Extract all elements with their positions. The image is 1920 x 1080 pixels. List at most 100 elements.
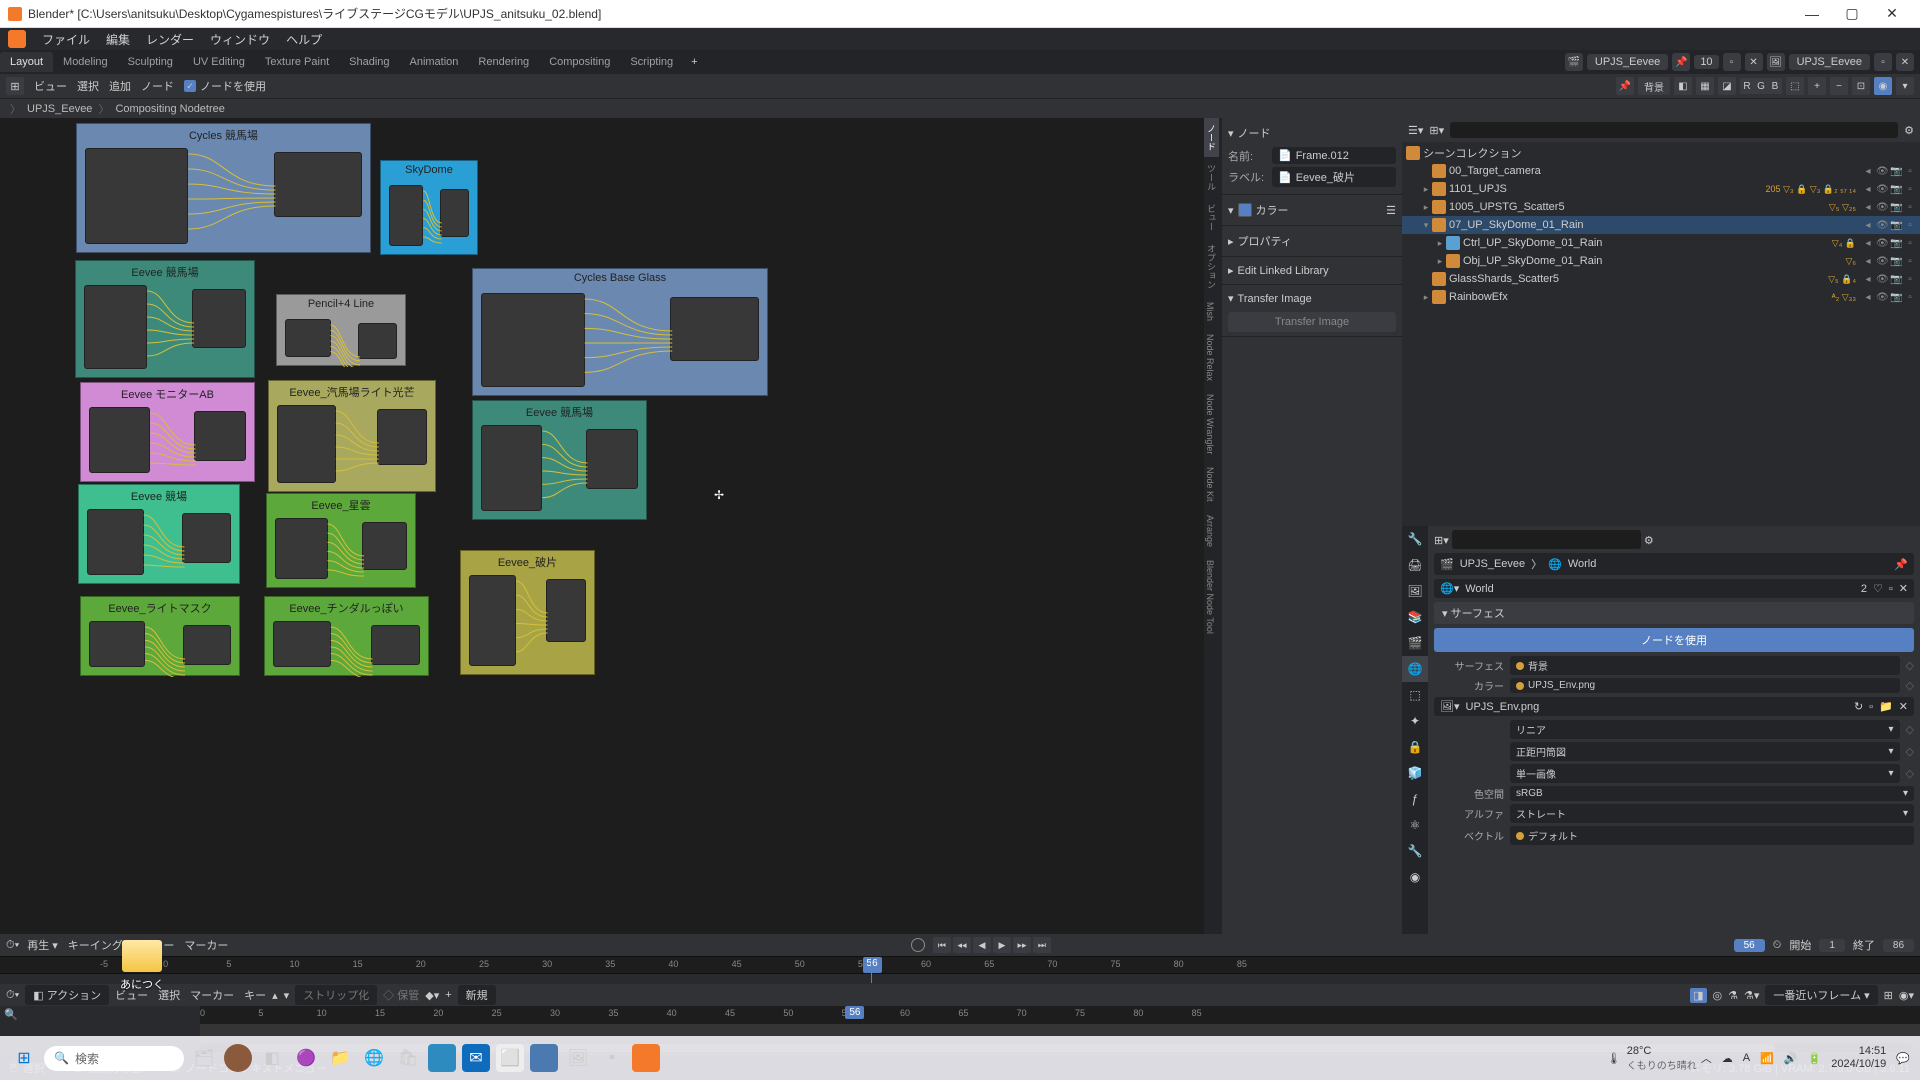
node[interactable]	[84, 285, 147, 369]
node-frame[interactable]: Eevee_チンダルっぽい	[264, 596, 429, 676]
toggle-icon[interactable]: 📷	[1890, 184, 1902, 195]
node-frame[interactable]: Cycles 競馬場	[76, 123, 371, 253]
desktop-folder[interactable]: あにつく	[120, 940, 164, 992]
dopesheet-menu[interactable]: キー	[244, 987, 266, 1003]
toggle-icon[interactable]: 👁	[1876, 166, 1888, 177]
autokey-icon[interactable]	[911, 938, 925, 952]
breadcrumb-scene[interactable]: UPJS_Eevee	[27, 103, 92, 115]
expand-icon[interactable]: ▾	[1420, 220, 1432, 231]
node-menu-追加[interactable]: 追加	[109, 78, 131, 94]
tab-layout[interactable]: Layout	[0, 52, 53, 72]
end-frame[interactable]: 86	[1883, 939, 1914, 952]
toggle-icon[interactable]: 📷	[1890, 202, 1902, 213]
rgb-channels[interactable]: RGB	[1740, 78, 1782, 94]
expand-icon[interactable]: ▸	[1434, 256, 1446, 267]
pin-icon[interactable]: 📌	[1616, 77, 1634, 95]
node-frame[interactable]: Eevee 競馬場	[472, 400, 647, 520]
edit-linked-section-header[interactable]: ▸ Edit Linked Library	[1228, 261, 1396, 280]
overlay-icon[interactable]: ◉▾	[1899, 989, 1914, 1002]
viewlayer-selector[interactable]: UPJS_Eevee	[1789, 54, 1870, 70]
node[interactable]	[546, 579, 587, 642]
npanel-tab-Blender Node Tool[interactable]: Blender Node Tool	[1204, 554, 1216, 641]
jump-start-icon[interactable]: ⏮	[933, 937, 951, 953]
tab-modeling[interactable]: Modeling	[53, 52, 118, 72]
toggle-icon[interactable]: 📷	[1890, 256, 1902, 267]
editor-type-icon[interactable]: ⏱▾	[6, 939, 19, 952]
toggle-icon[interactable]: 📷	[1890, 292, 1902, 303]
dopesheet-mode[interactable]: ◧ アクション	[25, 985, 109, 1005]
toggle-icon[interactable]: ▫	[1904, 274, 1916, 285]
node-frame[interactable]: Pencil+4 Line	[276, 294, 406, 366]
menu-レンダー[interactable]: レンダー	[138, 33, 202, 47]
outliner-collection-root[interactable]: シーンコレクション	[1402, 144, 1920, 162]
play-icon[interactable]: ▶	[993, 937, 1011, 953]
new-icon[interactable]: ▫	[1869, 701, 1873, 713]
tab-uv editing[interactable]: UV Editing	[183, 52, 255, 72]
menu-編集[interactable]: 編集	[98, 33, 138, 47]
node[interactable]	[362, 522, 407, 570]
node-frame[interactable]: Eevee_破片	[460, 550, 595, 675]
toggle-icon[interactable]: 📷	[1890, 274, 1902, 285]
props-tab[interactable]: ◉	[1402, 864, 1428, 890]
tab-shading[interactable]: Shading	[339, 52, 399, 72]
explorer-icon[interactable]: 📁	[326, 1044, 354, 1072]
toggle-icon[interactable]: ◂	[1862, 202, 1874, 213]
outliner-item[interactable]: ▸RainbowEfxᴬ₂ ▽₃₃◂👁📷▫	[1402, 288, 1920, 306]
new-icon[interactable]: ▫	[1889, 583, 1893, 595]
notifications-icon[interactable]: 💬	[1896, 1052, 1910, 1065]
node-editor-area[interactable]: Cycles 競馬場SkyDomeEevee 競馬場Pencil+4 LineC…	[0, 118, 1402, 934]
node[interactable]	[85, 148, 188, 244]
node[interactable]	[389, 185, 423, 246]
outliner-mode-icon[interactable]: ☰▾	[1408, 124, 1423, 137]
props-tab[interactable]: 📚	[1402, 604, 1428, 630]
transfer-image-button[interactable]: Transfer Image	[1228, 312, 1396, 332]
dopesheet-menu[interactable]: マーカー	[190, 987, 234, 1003]
npanel-tab-Node Wrangler[interactable]: Node Wrangler	[1204, 388, 1216, 461]
npanel-tab-ノード[interactable]: ノード	[1204, 118, 1219, 158]
edge-icon[interactable]: 🌐	[360, 1044, 388, 1072]
toggle-icon[interactable]: ◂	[1862, 256, 1874, 267]
menu-ヘルプ[interactable]: ヘルプ	[278, 33, 330, 47]
props-value[interactable]: UPJS_Env.png	[1510, 678, 1900, 693]
node[interactable]	[274, 152, 363, 217]
props-tab[interactable]: 🖨	[1402, 552, 1428, 578]
outliner-item[interactable]: ▸Ctrl_UP_SkyDome_01_Rain▽₄ 🔒◂👁📷▫	[1402, 234, 1920, 252]
props-tab[interactable]: ƒ	[1402, 786, 1428, 812]
node[interactable]	[481, 293, 585, 387]
toggle-icon[interactable]: ◂	[1862, 166, 1874, 177]
copilot-icon[interactable]: 🟣	[292, 1044, 320, 1072]
alpha-dropdown[interactable]: ストレート▾	[1510, 804, 1914, 823]
toggle-icon[interactable]: ◂	[1862, 292, 1874, 303]
overlay-icon[interactable]: ◉	[1874, 77, 1892, 95]
props-tab[interactable]: ⚛	[1402, 812, 1428, 838]
props-tab[interactable]: 🧊	[1402, 760, 1428, 786]
node-frame[interactable]: Eevee_ライトマスク	[80, 596, 240, 676]
toggle-icon[interactable]: ▫	[1904, 166, 1916, 177]
taskbar-clock[interactable]: 14:512024/10/19	[1831, 1045, 1886, 1071]
npanel-tab-Node Relax[interactable]: Node Relax	[1204, 328, 1216, 388]
toggle-icon[interactable]: 👁	[1876, 238, 1888, 249]
search-icon[interactable]: 🔍	[4, 1008, 18, 1021]
timeline-ruler[interactable]: -5051015202530354045505560657075808556	[0, 956, 1920, 974]
new-action-icon[interactable]: +	[445, 989, 451, 1001]
color-section-header[interactable]: ▾ カラー ☰	[1228, 199, 1396, 221]
minimize-button[interactable]: —	[1792, 0, 1832, 28]
props-dropdown[interactable]: 単一画像▾	[1510, 764, 1900, 783]
outliner-filter-icon[interactable]: ⚙	[1904, 124, 1914, 137]
outliner-item[interactable]: GlassShards_Scatter5▽₅ 🔒₄◂👁📷▫	[1402, 270, 1920, 288]
onedrive-icon[interactable]: ☁	[1722, 1052, 1733, 1065]
toggle-icon[interactable]: 👁	[1876, 292, 1888, 303]
taskbar-search[interactable]: 🔍 検索	[44, 1046, 184, 1071]
toggle-icon[interactable]: ◂	[1862, 274, 1874, 285]
toggle-icon[interactable]: 👁	[1876, 220, 1888, 231]
node[interactable]	[87, 509, 144, 575]
wifi-icon[interactable]: 📶	[1760, 1052, 1774, 1065]
play-rev-icon[interactable]: ◀	[973, 937, 991, 953]
reload-icon[interactable]: ↻	[1854, 700, 1863, 713]
add-workspace-button[interactable]: +	[683, 52, 705, 72]
tab-compositing[interactable]: Compositing	[539, 52, 620, 72]
tab-animation[interactable]: Animation	[400, 52, 469, 72]
tab-rendering[interactable]: Rendering	[468, 52, 539, 72]
toggle-icon[interactable]: 📷	[1890, 220, 1902, 231]
frame-icon[interactable]: ⏲	[1773, 939, 1782, 952]
